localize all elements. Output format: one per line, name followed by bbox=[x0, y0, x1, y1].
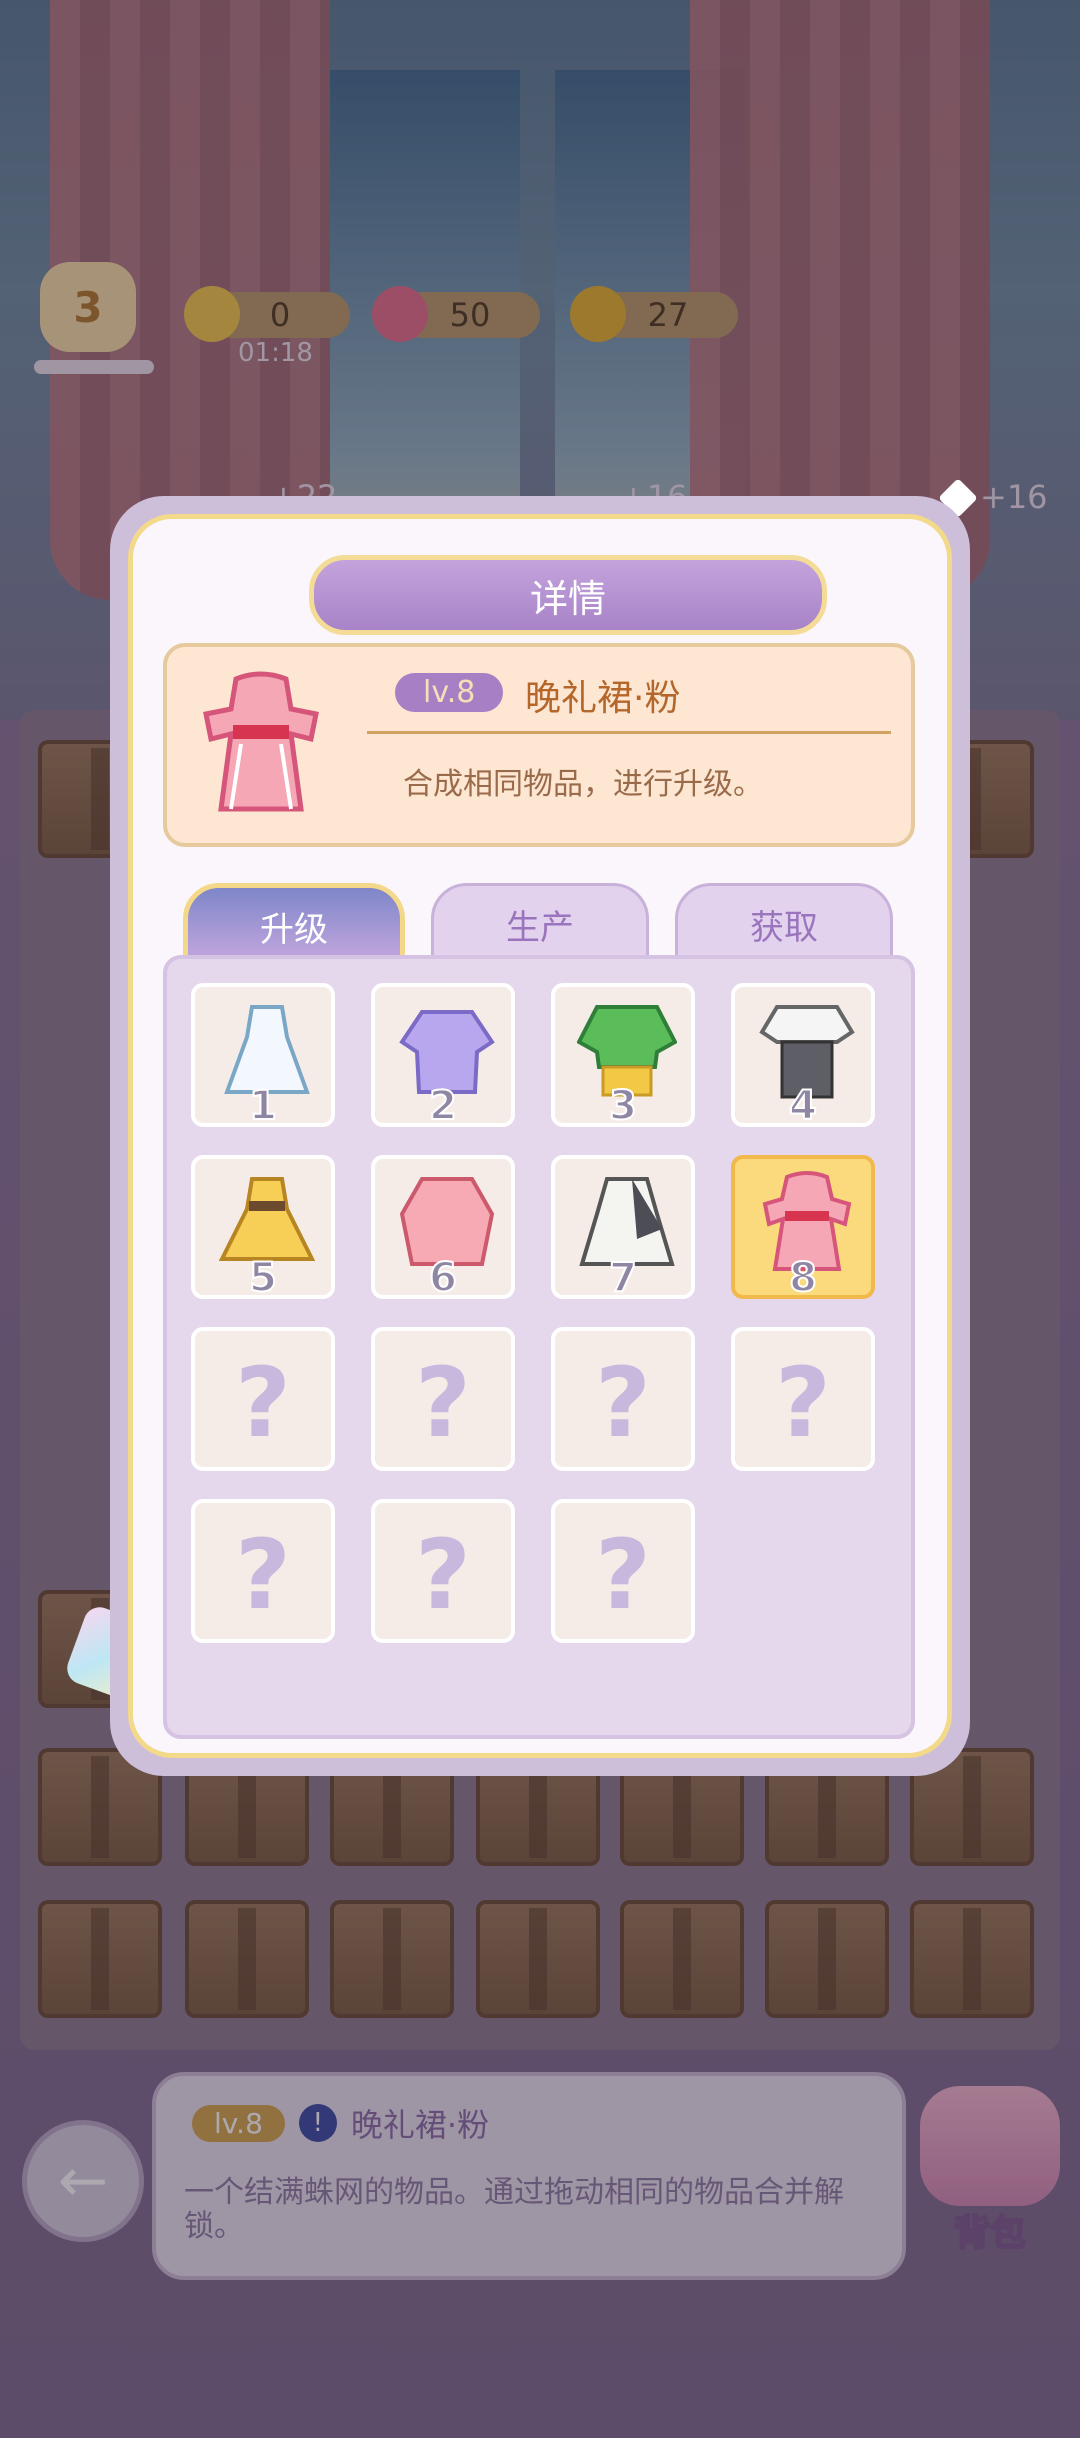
item-name: 晚礼裙·粉 bbox=[525, 678, 681, 719]
details-modal: 详情 lv.8 晚礼裙·粉 合成相同物品，进行升级。 升级 生产 获取 1 2 … bbox=[110, 496, 970, 1776]
chain-slot-2[interactable]: 2 bbox=[371, 983, 515, 1130]
chain-slot-7[interactable]: 7 bbox=[551, 1155, 695, 1302]
modal-body: 详情 lv.8 晚礼裙·粉 合成相同物品，进行升级。 升级 生产 获取 1 2 … bbox=[128, 514, 952, 1758]
locked-slot[interactable]: ? bbox=[551, 1327, 695, 1471]
tab-produce-label: 生产 bbox=[506, 907, 574, 948]
modal-title: 详情 bbox=[309, 555, 827, 635]
chain-slot-3[interactable]: 3 bbox=[551, 983, 695, 1130]
chain-slot-number: 8 bbox=[788, 1254, 818, 1302]
name-divider bbox=[367, 731, 891, 734]
chain-slot-6[interactable]: 6 bbox=[371, 1155, 515, 1302]
chain-slot-number: 3 bbox=[608, 1082, 638, 1130]
locked-slot[interactable]: ? bbox=[371, 1327, 515, 1471]
tab-upgrade-label: 升级 bbox=[260, 909, 328, 950]
chain-slot-number: 7 bbox=[608, 1254, 638, 1302]
locked-slot[interactable]: ? bbox=[731, 1327, 875, 1471]
question-mark-icon: ? bbox=[775, 1347, 831, 1459]
chain-slot-number: 4 bbox=[788, 1082, 818, 1130]
chain-slot-number: 5 bbox=[248, 1254, 278, 1302]
chain-slot-number: 6 bbox=[428, 1254, 458, 1302]
question-mark-icon: ? bbox=[235, 1347, 291, 1459]
tab-obtain[interactable]: 获取 bbox=[675, 883, 893, 965]
chain-slot-number: 2 bbox=[428, 1082, 458, 1130]
question-mark-icon: ? bbox=[595, 1347, 651, 1459]
tab-produce[interactable]: 生产 bbox=[431, 883, 649, 965]
chain-slot-5[interactable]: 5 bbox=[191, 1155, 335, 1302]
chain-slot-number: 1 bbox=[248, 1082, 278, 1130]
tab-obtain-label: 获取 bbox=[750, 907, 818, 948]
question-mark-icon: ? bbox=[415, 1347, 471, 1459]
locked-slot[interactable]: ? bbox=[371, 1499, 515, 1643]
locked-slot[interactable]: ? bbox=[191, 1499, 335, 1643]
question-mark-icon: ? bbox=[595, 1519, 651, 1631]
chain-slot-4[interactable]: 4 bbox=[731, 983, 875, 1130]
locked-slot[interactable]: ? bbox=[551, 1499, 695, 1643]
locked-slot[interactable]: ? bbox=[191, 1327, 335, 1471]
chain-slot-8[interactable]: 8 bbox=[731, 1155, 875, 1302]
item-description: 合成相同物品，进行升级。 bbox=[403, 767, 763, 802]
upgrade-chain-grid: 1 2 3 4 5 6 7 8 ? ? ? ? ? ? ? bbox=[163, 955, 915, 1739]
question-mark-icon: ? bbox=[235, 1519, 291, 1631]
item-summary-card: lv.8 晚礼裙·粉 合成相同物品，进行升级。 bbox=[163, 643, 915, 847]
chain-slot-1[interactable]: 1 bbox=[191, 983, 335, 1130]
question-mark-icon: ? bbox=[415, 1519, 471, 1631]
item-level-tag: lv.8 bbox=[395, 673, 504, 712]
